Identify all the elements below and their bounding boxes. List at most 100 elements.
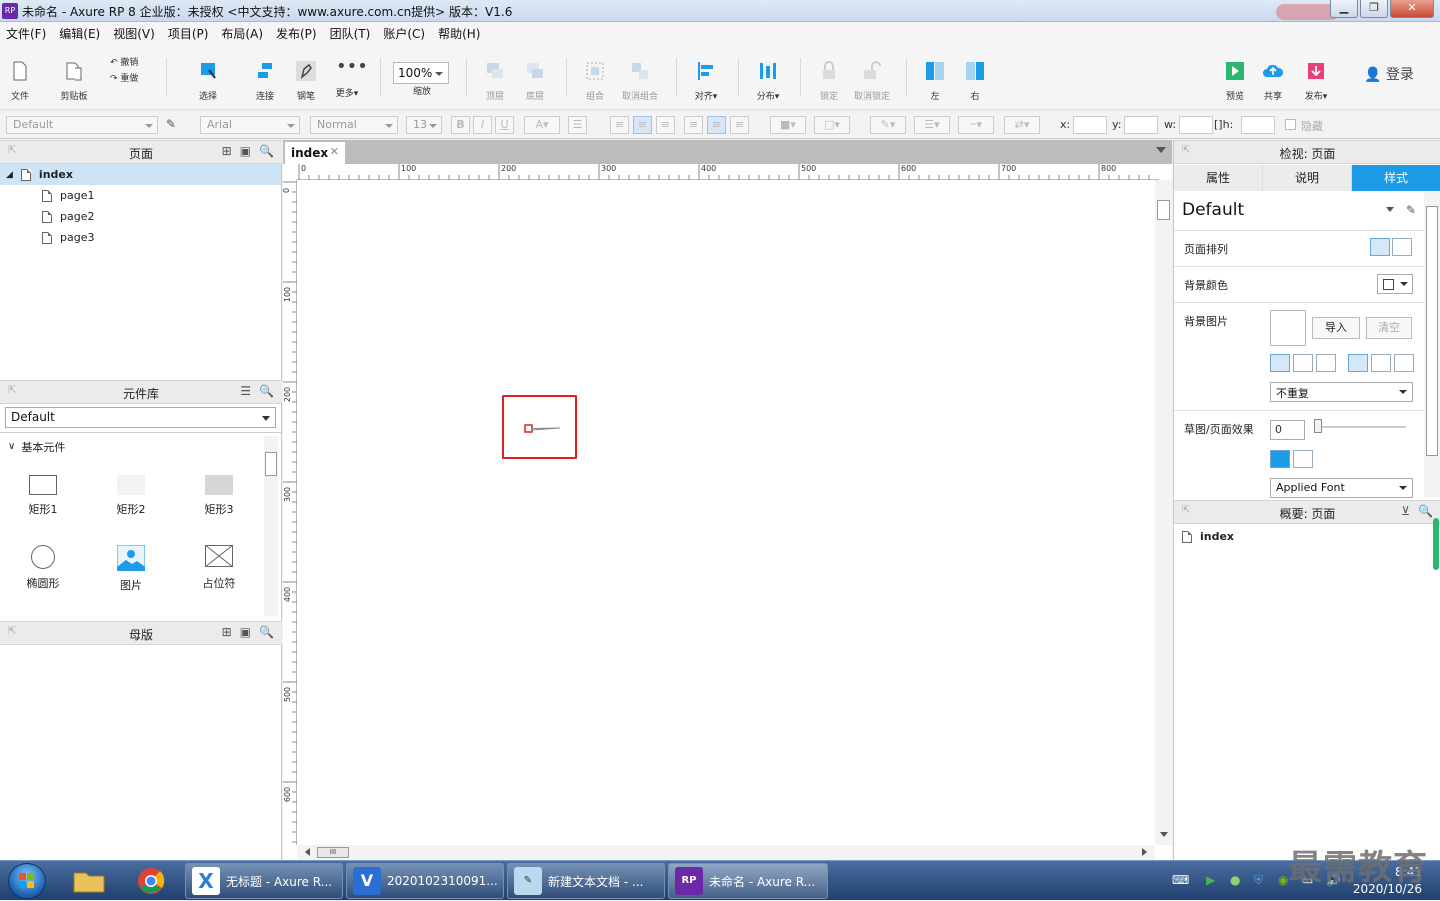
add-folder-icon[interactable]: ▣	[240, 625, 251, 639]
font-select[interactable]: Arial	[200, 116, 300, 134]
wechat-icon[interactable]: ●	[1230, 873, 1240, 887]
page-item-index[interactable]: ◢ index	[0, 164, 281, 185]
shield-icon[interactable]: ⛨	[1254, 873, 1263, 888]
canvas-horizontal-scrollbar[interactable]: III	[297, 845, 1155, 860]
maximize-button[interactable]: ❐	[1360, 0, 1388, 18]
italic-button[interactable]: I	[473, 116, 492, 134]
close-button[interactable]: ✕	[1390, 0, 1434, 18]
clear-button[interactable]: 清空	[1366, 317, 1412, 339]
tab-menu-icon[interactable]	[1156, 147, 1166, 158]
search-icon[interactable]: 🔍	[259, 625, 274, 639]
menu-account[interactable]: 账户(C)	[383, 25, 425, 42]
nvidia-icon[interactable]: ◉	[1278, 873, 1288, 887]
align-button[interactable]: 对齐▾	[688, 44, 724, 102]
filter-icon[interactable]: ⊻	[1401, 504, 1410, 518]
library-scrollbar[interactable]	[264, 436, 278, 616]
lock-button[interactable]: 锁定	[812, 44, 846, 102]
w-input[interactable]	[1179, 116, 1213, 134]
design-canvas[interactable]	[298, 181, 1155, 843]
line-style-button[interactable]: ┄▾	[958, 116, 994, 134]
menu-project[interactable]: 项目(P)	[168, 25, 209, 42]
align-right-button[interactable]: ≡	[656, 116, 675, 134]
font-size-select[interactable]: 13	[406, 116, 442, 134]
menu-layout[interactable]: 布局(A)	[221, 25, 263, 42]
minimize-button[interactable]: ▁	[1330, 0, 1358, 18]
widget-category[interactable]: ∨ 基本元件	[8, 436, 65, 457]
menu-file[interactable]: 文件(F)	[6, 25, 46, 42]
sketch-input[interactable]: 0	[1270, 420, 1305, 440]
shadow-button[interactable]: □▾	[814, 116, 850, 134]
menu-icon[interactable]: ☰	[240, 384, 251, 398]
select-button[interactable]: 选择	[178, 44, 238, 102]
taskbar-item-word[interactable]: V 2020102310091...	[346, 863, 504, 899]
top-layer-button[interactable]: 顶层	[478, 44, 512, 102]
edit-style-icon[interactable]: ✎	[1406, 203, 1416, 217]
start-button[interactable]	[8, 863, 46, 899]
bg-color-picker[interactable]	[1377, 274, 1413, 294]
group-button[interactable]: 组合	[578, 44, 612, 102]
edit-style-icon[interactable]: ✎	[166, 117, 176, 131]
widget-rect1[interactable]: 矩形1	[13, 475, 73, 517]
page-item-page1[interactable]: page1	[42, 185, 94, 206]
valign-middle-button[interactable]: ≡	[707, 116, 726, 134]
widget-rect2[interactable]: 矩形2	[101, 475, 161, 517]
left-panel-toggle[interactable]: 左	[920, 44, 950, 102]
import-button[interactable]: 导入	[1312, 317, 1360, 339]
undo-button[interactable]: ↶ 撤销	[110, 55, 150, 68]
bg-pos-right-button[interactable]	[1316, 354, 1336, 372]
pen-button[interactable]: 钢笔	[291, 44, 321, 102]
add-folder-icon[interactable]: ▣	[240, 144, 251, 158]
bg-pos-top-button[interactable]	[1348, 354, 1368, 372]
tab-properties[interactable]: 属性	[1174, 165, 1263, 191]
menu-view[interactable]: 视图(V)	[113, 25, 155, 42]
taskbar-item-xmind[interactable]: X 无标题 - Axure R...	[185, 863, 343, 899]
tab-index[interactable]: index ✕	[285, 142, 345, 164]
bottom-layer-button[interactable]: 底层	[518, 44, 552, 102]
search-icon[interactable]: 🔍	[259, 384, 274, 398]
publish-button[interactable]: 发布▾	[1296, 44, 1336, 102]
media-icon[interactable]: ▶	[1206, 873, 1215, 887]
widget-ellipse[interactable]: 椭圆形	[13, 545, 73, 591]
menu-help[interactable]: 帮助(H)	[438, 25, 480, 42]
chrome-button[interactable]	[126, 864, 176, 898]
page-align-left-button[interactable]	[1370, 238, 1390, 256]
tab-style[interactable]: 样式	[1352, 165, 1440, 191]
underline-button[interactable]: U	[495, 116, 514, 134]
menu-publish[interactable]: 发布(P)	[276, 25, 317, 42]
style-dropdown-icon[interactable]	[1386, 207, 1394, 216]
close-tab-icon[interactable]: ✕	[330, 145, 339, 158]
grayscale-mode-button[interactable]	[1293, 450, 1313, 468]
bg-repeat-select[interactable]: 不重复	[1270, 382, 1413, 402]
font-weight-select[interactable]: Normal	[310, 116, 398, 134]
sketch-slider[interactable]	[1314, 419, 1406, 433]
taskbar-item-axure[interactable]: RP 未命名 - Axure R...	[668, 863, 828, 899]
preview-button[interactable]: 预览	[1218, 44, 1252, 102]
hide-checkbox[interactable]	[1285, 119, 1296, 130]
y-input[interactable]	[1124, 116, 1158, 134]
distribute-button[interactable]: 分布▾	[750, 44, 786, 102]
search-icon[interactable]: 🔍	[1418, 504, 1433, 518]
arrow-style-button[interactable]: ⇄▾	[1004, 116, 1040, 134]
page-style-name[interactable]: Default	[1182, 200, 1244, 220]
add-master-icon[interactable]: ⊞	[222, 625, 232, 639]
align-center-button[interactable]: ≡	[633, 116, 652, 134]
taskbar-item-notepad[interactable]: ✎ 新建文本文档 - ...	[507, 863, 665, 899]
font-color-button[interactable]: A▾	[524, 116, 560, 134]
redo-button[interactable]: ↷ 重做	[110, 71, 150, 84]
add-page-icon[interactable]: ⊞	[222, 144, 232, 158]
search-icon[interactable]: 🔍	[259, 144, 274, 158]
bold-button[interactable]: B	[451, 116, 470, 134]
more-button[interactable]: ••• 更多▾	[330, 44, 368, 100]
line-color-button[interactable]: ✎▾	[870, 116, 906, 134]
pen-path-shape[interactable]	[524, 423, 564, 433]
menu-edit[interactable]: 编辑(E)	[59, 25, 100, 42]
bg-pos-center-button[interactable]	[1293, 354, 1313, 372]
bullet-list-button[interactable]: ☰	[568, 116, 587, 134]
valign-bottom-button[interactable]: ≡	[730, 116, 749, 134]
login-button[interactable]: 👤 登录	[1364, 64, 1414, 84]
clipboard-button[interactable]: 剪贴板	[54, 44, 94, 102]
right-panel-toggle[interactable]: 右	[960, 44, 990, 102]
fill-color-button[interactable]: ■▾	[770, 116, 806, 134]
applied-font-select[interactable]: Applied Font	[1270, 478, 1413, 498]
canvas-vertical-scrollbar[interactable]	[1155, 180, 1172, 845]
